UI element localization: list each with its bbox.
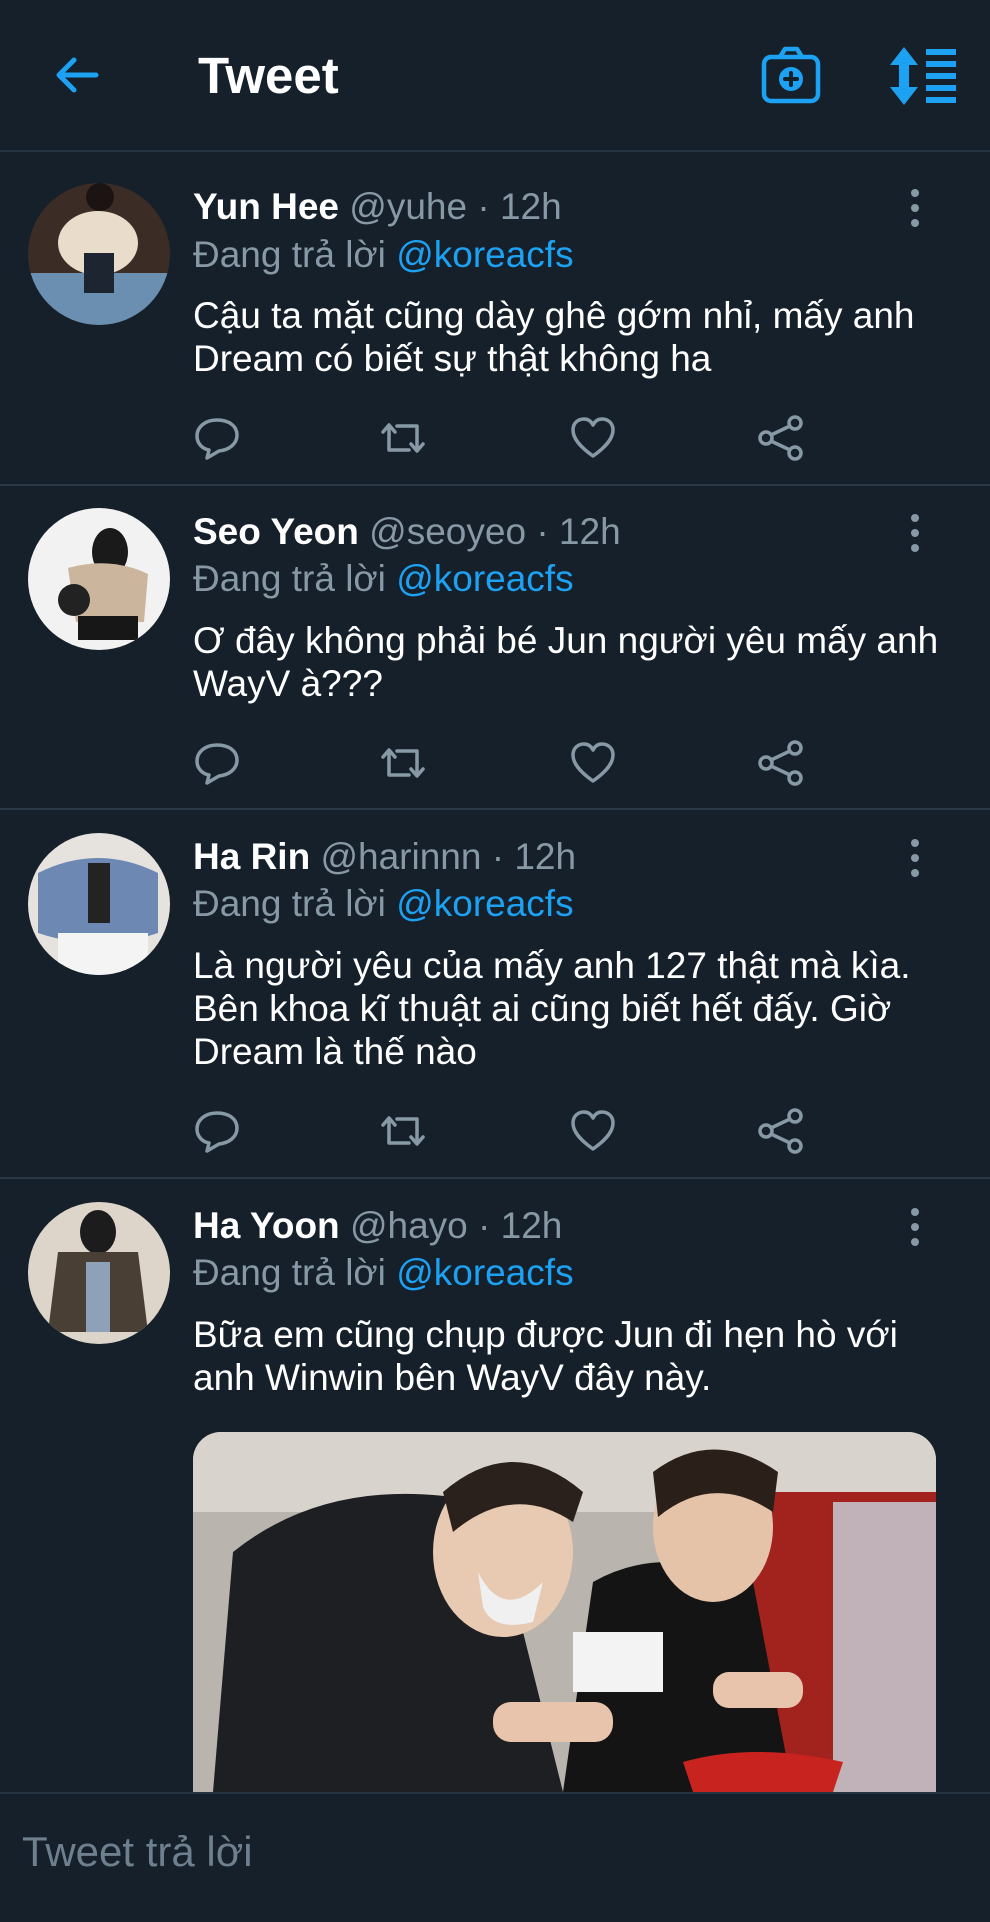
user-handle[interactable]: @yuhe: [349, 186, 467, 227]
tweet-photo[interactable]: [193, 1432, 936, 1792]
replying-to: Đang trả lời @koreacfs: [193, 234, 574, 276]
tweet-text: Bữa em cũng chụp được Jun đi hẹn hò với …: [193, 1314, 898, 1398]
user-handle[interactable]: @seoyeo: [369, 511, 526, 552]
timestamp: · 12h: [477, 186, 562, 227]
avatar[interactable]: [28, 1202, 170, 1344]
more-options-icon[interactable]: [905, 188, 925, 228]
display-name[interactable]: Seo Yeon: [193, 511, 359, 552]
divider: [0, 1177, 990, 1179]
add-photo-icon[interactable]: [760, 45, 822, 107]
back-arrow-icon[interactable]: [50, 48, 104, 102]
reply-input[interactable]: Tweet trả lời: [22, 1828, 253, 1876]
tweet-text: Ơ đây không phải bé Jun người yêu mấy an…: [193, 620, 939, 704]
tweet-actions: [193, 414, 813, 464]
retweet-icon[interactable]: [379, 1107, 427, 1155]
like-icon[interactable]: [569, 414, 617, 462]
more-options-icon[interactable]: [905, 1207, 925, 1247]
replying-to-label: Đang trả lời: [193, 1252, 386, 1293]
timestamp: · 12h: [536, 511, 621, 552]
timestamp: · 12h: [478, 1205, 563, 1246]
display-name[interactable]: Ha Rin: [193, 836, 310, 877]
divider: [0, 484, 990, 486]
avatar[interactable]: [28, 833, 170, 975]
reply-icon[interactable]: [193, 1107, 241, 1155]
replying-to-label: Đang trả lời: [193, 234, 386, 275]
share-icon[interactable]: [757, 414, 805, 462]
reply-composer: Tweet trả lời: [0, 1792, 990, 1922]
user-handle[interactable]: @harinnn: [320, 836, 481, 877]
retweet-icon[interactable]: [379, 414, 427, 462]
tweet-text: Là người yêu của mấy anh 127 thật mà kìa…: [193, 945, 911, 1072]
display-name[interactable]: Ha Yoon: [193, 1205, 340, 1246]
tweet-text: Cậu ta mặt cũng dày ghê gớm nhỉ, mấy anh…: [193, 295, 915, 379]
replying-to-label: Đang trả lời: [193, 883, 386, 924]
mention-link[interactable]: @koreacfs: [396, 1252, 573, 1293]
tweet-header: Ha Rin @harinnn · 12h: [193, 836, 576, 878]
share-icon[interactable]: [757, 739, 805, 787]
divider: [0, 808, 990, 810]
user-handle[interactable]: @hayo: [350, 1205, 468, 1246]
like-icon[interactable]: [569, 1107, 617, 1155]
tweet-actions: [193, 1107, 813, 1157]
top-bar: Tweet: [0, 0, 990, 152]
mention-link[interactable]: @koreacfs: [396, 558, 573, 599]
reply-icon[interactable]: [193, 414, 241, 462]
page-title: Tweet: [198, 47, 339, 104]
display-name[interactable]: Yun Hee: [193, 186, 339, 227]
tweet-header: Seo Yeon @seoyeo · 12h: [193, 511, 621, 553]
reply-icon[interactable]: [193, 739, 241, 787]
like-icon[interactable]: [569, 739, 617, 787]
retweet-icon[interactable]: [379, 739, 427, 787]
mention-link[interactable]: @koreacfs: [396, 883, 573, 924]
more-options-icon[interactable]: [905, 513, 925, 553]
replying-to-label: Đang trả lời: [193, 558, 386, 599]
replying-to: Đang trả lời @koreacfs: [193, 883, 574, 925]
tweet-actions: [193, 739, 813, 789]
mention-link[interactable]: @koreacfs: [396, 234, 573, 275]
timestamp: · 12h: [491, 836, 577, 877]
more-options-icon[interactable]: [905, 838, 925, 878]
tweet-header: Yun Hee @yuhe · 12h: [193, 186, 562, 228]
sort-replies-icon[interactable]: [888, 45, 960, 107]
share-icon[interactable]: [757, 1107, 805, 1155]
replying-to: Đang trả lời @koreacfs: [193, 558, 574, 600]
replying-to: Đang trả lời @koreacfs: [193, 1252, 574, 1294]
tweet-header: Ha Yoon @hayo · 12h: [193, 1205, 562, 1247]
avatar[interactable]: [28, 508, 170, 650]
avatar[interactable]: [28, 183, 170, 325]
